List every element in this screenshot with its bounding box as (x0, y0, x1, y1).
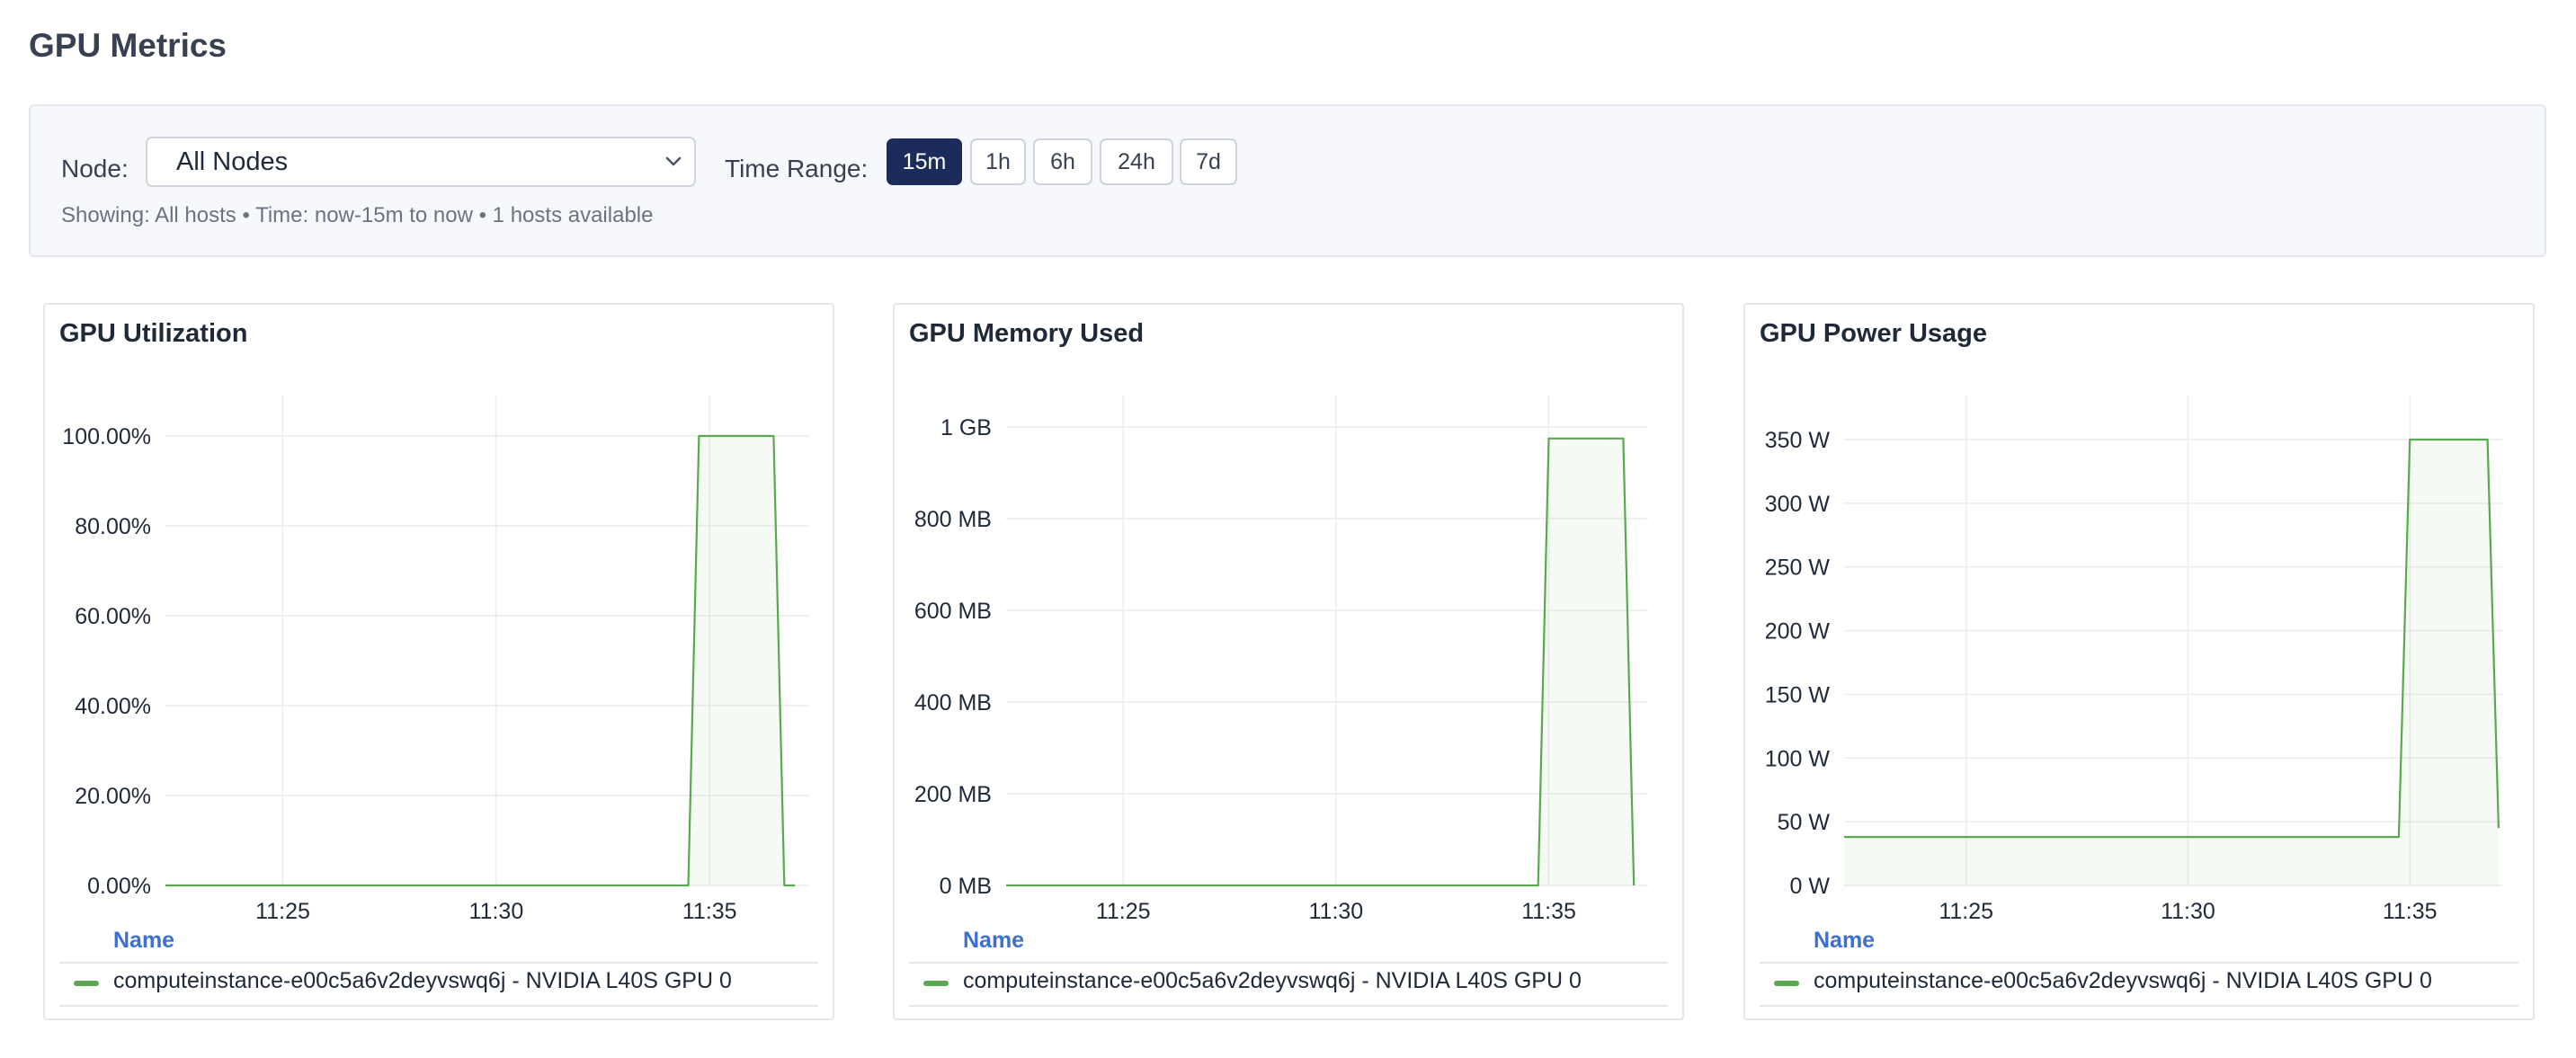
time-range-7d-button[interactable]: 7d (1180, 138, 1237, 185)
legend-header-name[interactable]: Name (113, 928, 174, 954)
gpu-utilization-panel: GPU Utilization 11:25 11:30 11:35 0.00% 20.0… (43, 303, 834, 1020)
y-tick-label: 60.00% (75, 604, 151, 629)
legend-header-name[interactable]: Name (1814, 928, 1875, 954)
y-tick-label: 150 W (1765, 682, 1831, 707)
time-range-6h-button[interactable]: 6h (1033, 138, 1092, 185)
x-tick-label: 11:30 (2161, 899, 2215, 924)
y-tick-label: 50 W (1778, 810, 1831, 835)
node-label: Node: (61, 155, 129, 182)
legend-divider (909, 962, 1668, 964)
x-tick-label: 11:25 (1939, 899, 1993, 924)
legend-series-swatch (923, 981, 949, 986)
y-tick-label: 400 MB (914, 690, 992, 716)
legend-divider (909, 1005, 1668, 1007)
y-tick-label: 40.00% (75, 694, 151, 719)
gpu-memory-chart: 11:25 11:30 11:35 0 MB 200 MB 400 MB 600 MB 800… (914, 395, 1648, 924)
filter-panel: Node: All Nodes Time Range: 15m 1h 6h 24… (29, 104, 2546, 257)
y-tick-label: 1 GB (940, 415, 992, 440)
legend-series-name[interactable]: computeinstance-e00c5a6v2deyvswq6j - NVI… (963, 968, 1582, 994)
x-tick-label: 11:25 (255, 899, 310, 924)
y-tick-label: 600 MB (914, 599, 992, 624)
y-tick-label: 0 MB (940, 874, 992, 899)
gpu-memory-panel: GPU Memory Used 11:25 11:30 11:35 0 MB 200 M… (893, 303, 1684, 1020)
legend-divider (1760, 962, 2518, 964)
legend-series-name[interactable]: computeinstance-e00c5a6v2deyvswq6j - NVI… (1814, 968, 2432, 994)
legend-series-swatch (1774, 981, 1799, 986)
y-tick-label: 250 W (1765, 556, 1831, 581)
legend-header-name[interactable]: Name (963, 928, 1024, 954)
filter-status-text: Showing: All hosts • Time: now-15m to no… (61, 203, 654, 227)
y-tick-label: 0.00% (87, 874, 151, 899)
y-tick-label: 300 W (1765, 492, 1831, 517)
legend-divider (59, 1005, 818, 1007)
x-tick-label: 11:35 (1521, 899, 1576, 924)
x-tick-label: 11:35 (2383, 899, 2438, 924)
time-range-1h-button[interactable]: 1h (970, 138, 1026, 185)
y-tick-label: 100.00% (62, 424, 151, 449)
y-tick-label: 200 MB (914, 782, 992, 807)
page-title: GPU Metrics (29, 27, 227, 64)
time-range-24h-button[interactable]: 24h (1100, 138, 1173, 185)
y-tick-label: 20.00% (75, 784, 151, 809)
gpu-utilization-chart: 11:25 11:30 11:35 0.00% 20.00% 40.00% 60.00% 80… (62, 395, 809, 924)
node-select[interactable]: All Nodes (146, 137, 696, 187)
x-tick-label: 11:25 (1096, 899, 1151, 924)
legend-divider (59, 962, 818, 964)
x-tick-label: 11:30 (1309, 899, 1364, 924)
y-tick-label: 0 W (1790, 874, 1831, 899)
time-range-label: Time Range: (725, 155, 869, 182)
y-tick-label: 350 W (1765, 428, 1831, 453)
gpu-power-panel: GPU Power Usage 11:25 11:30 11:35 0 W 50 W 10… (1743, 303, 2535, 1020)
y-tick-label: 80.00% (75, 514, 151, 539)
series-line (1006, 437, 1636, 887)
node-select-value: All Nodes (176, 147, 289, 176)
series-area (1844, 440, 2499, 885)
series-line (1844, 438, 2500, 839)
series-area (165, 436, 796, 885)
y-tick-label: 100 W (1765, 746, 1831, 771)
x-tick-label: 11:30 (469, 899, 524, 924)
legend-series-name[interactable]: computeinstance-e00c5a6v2deyvswq6j - NVI… (113, 968, 732, 994)
legend-divider (1760, 1005, 2518, 1007)
gpu-power-chart: 11:25 11:30 11:35 0 W 50 W 100 W 150 W 200 W 250… (1765, 395, 2502, 924)
y-tick-label: 200 W (1765, 619, 1831, 645)
y-tick-label: 800 MB (914, 507, 992, 532)
time-range-15m-button[interactable]: 15m (887, 138, 962, 185)
x-tick-label: 11:35 (682, 899, 737, 924)
chevron-down-icon (664, 138, 683, 202)
legend-series-swatch (74, 981, 99, 986)
